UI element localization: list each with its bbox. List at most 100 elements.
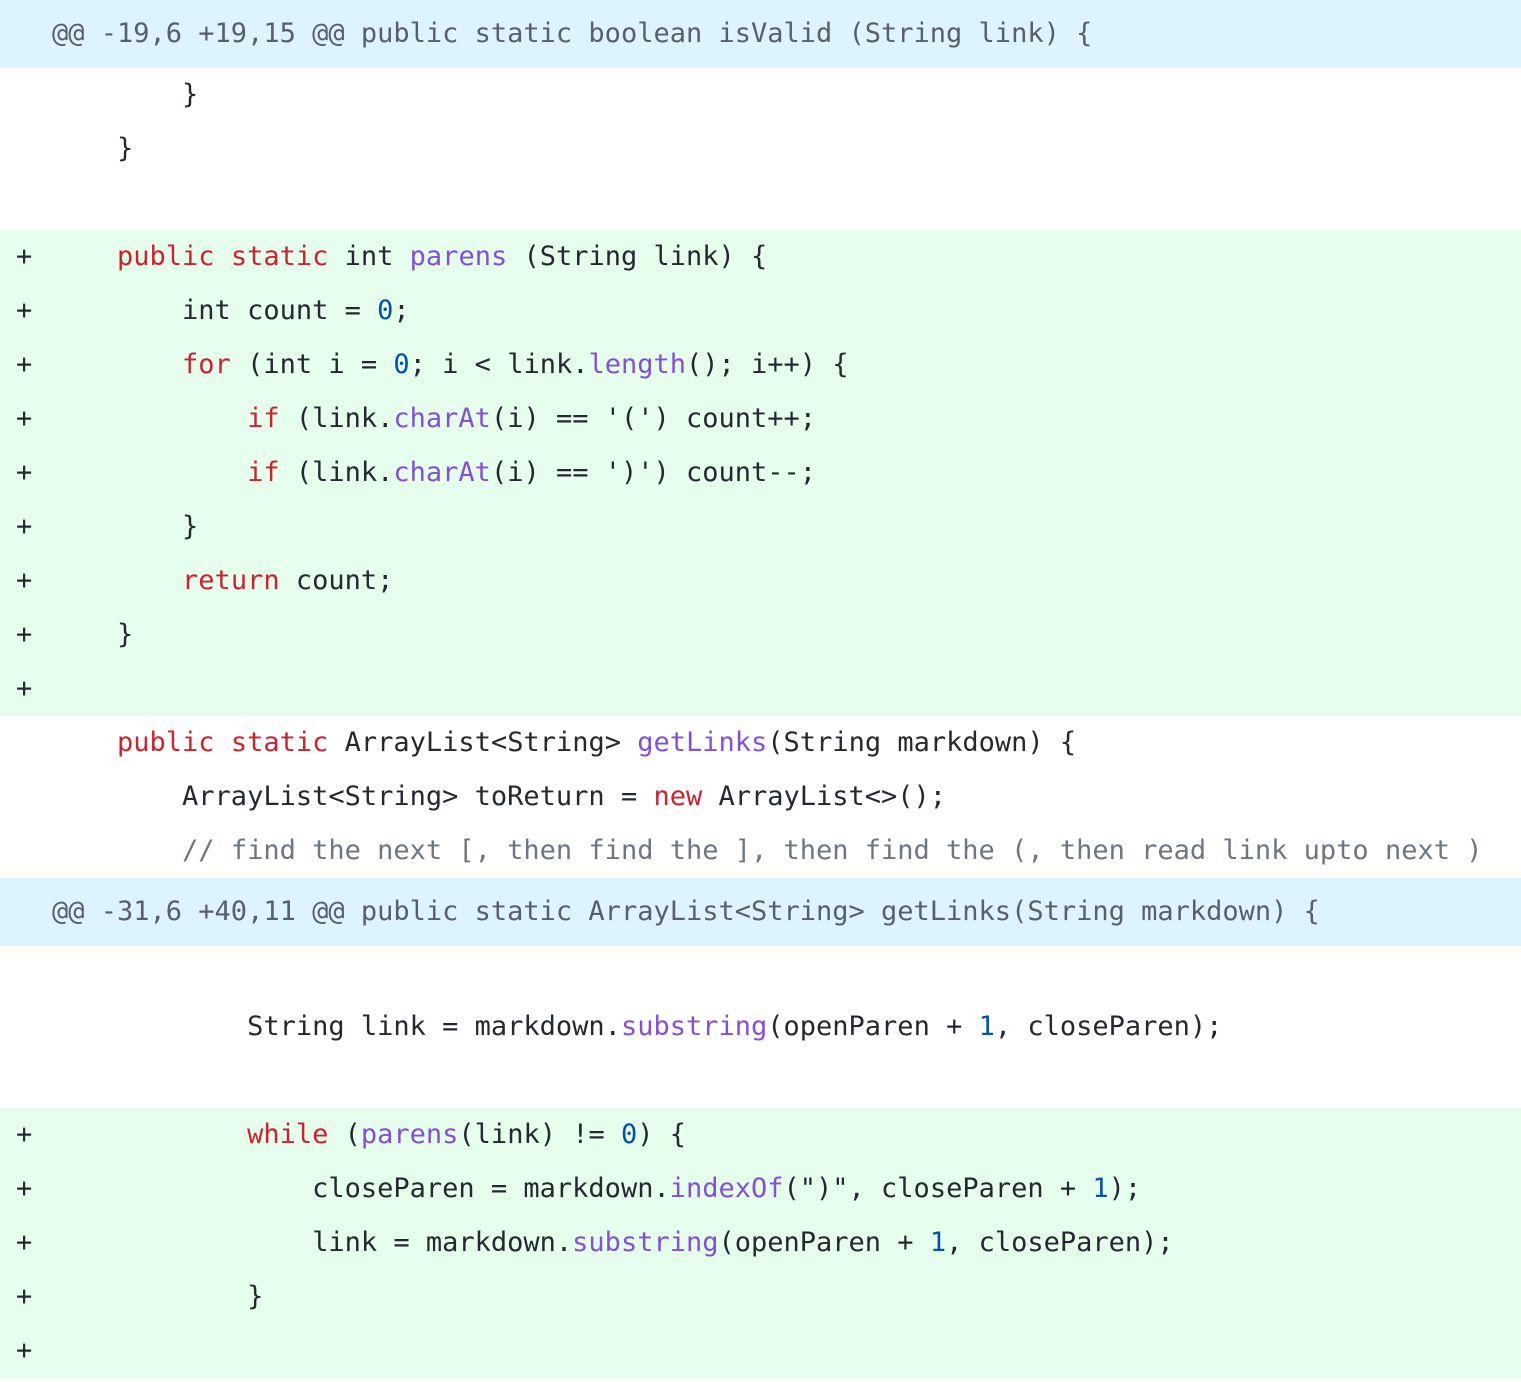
added-line: + int count = 0; bbox=[0, 284, 1521, 338]
keyword-token: new bbox=[653, 781, 703, 812]
blank-line bbox=[0, 176, 1521, 230]
code-token: (openParen + bbox=[767, 1011, 979, 1042]
code-content: String link = markdown.substring(openPar… bbox=[52, 1000, 1222, 1054]
add-marker: + bbox=[16, 1281, 33, 1312]
context-line: } bbox=[0, 122, 1521, 176]
code-content: } bbox=[52, 68, 198, 122]
function-token: parens bbox=[360, 1119, 459, 1150]
function-token: getLinks bbox=[637, 727, 768, 758]
code-token: ArrayList<String> toReturn = bbox=[52, 781, 654, 812]
code-token: (String markdown) { bbox=[767, 727, 1077, 758]
code-token: int bbox=[328, 241, 410, 272]
code-token: (")", closeParen + bbox=[783, 1173, 1093, 1204]
code-token: ; bbox=[393, 295, 410, 326]
code-token: ; i < link. bbox=[409, 349, 589, 380]
code-token: (); i++) { bbox=[686, 349, 849, 380]
function-token: charAt bbox=[393, 457, 491, 488]
code-token: ) { bbox=[637, 1119, 687, 1150]
add-marker: + bbox=[16, 403, 33, 434]
add-marker: + bbox=[16, 295, 33, 326]
code-token: (link) != bbox=[458, 1119, 621, 1150]
code-token: int count = bbox=[52, 295, 378, 326]
keyword-token: static bbox=[230, 241, 329, 272]
code-content: return count; bbox=[52, 554, 393, 608]
code-content: link = markdown.substring(openParen + 1,… bbox=[52, 1216, 1174, 1270]
code-content: ArrayList<String> toReturn = new ArrayLi… bbox=[52, 770, 946, 824]
code-token: closeParen = markdown. bbox=[52, 1173, 670, 1204]
hunk-header: @@ -31,6 +40,11 @@ public static ArrayLi… bbox=[0, 878, 1521, 946]
code-token: (link. bbox=[279, 457, 394, 488]
added-line: + while (parens(link) != 0) { bbox=[0, 1108, 1521, 1162]
code-token: } bbox=[52, 1281, 264, 1312]
added-line: + } bbox=[0, 608, 1521, 662]
context-line: String link = markdown.substring(openPar… bbox=[0, 1000, 1521, 1054]
function-token: substring bbox=[572, 1227, 719, 1258]
add-marker: + bbox=[16, 241, 33, 272]
code-content: for (int i = 0; i < link.length(); i++) … bbox=[52, 338, 849, 392]
keyword-token: for bbox=[182, 349, 231, 380]
code-token: ( bbox=[328, 1119, 361, 1150]
code-content: while (parens(link) != 0) { bbox=[52, 1108, 686, 1162]
code-token: link = markdown. bbox=[52, 1227, 573, 1258]
number-token: 0 bbox=[377, 295, 394, 326]
added-line: + } bbox=[0, 500, 1521, 554]
code-token: (String link) { bbox=[507, 241, 768, 272]
add-marker: + bbox=[16, 511, 33, 542]
comment-token: // find the next [, then find the ], the… bbox=[182, 835, 1483, 866]
add-marker: + bbox=[16, 1119, 33, 1150]
add-marker: + bbox=[16, 457, 33, 488]
function-token: substring bbox=[620, 1011, 768, 1042]
add-marker: + bbox=[16, 1227, 33, 1258]
code-token: (openParen + bbox=[718, 1227, 930, 1258]
code-token: (i) == ')') count--; bbox=[490, 457, 817, 488]
add-marker: + bbox=[16, 619, 33, 650]
keyword-token: public bbox=[117, 727, 215, 758]
function-token: length bbox=[588, 349, 687, 380]
code-content: if (link.charAt(i) == ')') count--; bbox=[52, 446, 816, 500]
number-token: 1 bbox=[929, 1227, 947, 1258]
add-marker: + bbox=[16, 565, 33, 596]
added-line: + if (link.charAt(i) == '(') count++; bbox=[0, 392, 1521, 446]
code-content: closeParen = markdown.indexOf(")", close… bbox=[52, 1162, 1141, 1216]
code-token: , closeParen); bbox=[994, 1011, 1223, 1042]
keyword-token: return bbox=[182, 565, 280, 596]
number-token: 0 bbox=[620, 1119, 638, 1150]
code-token: count; bbox=[279, 565, 394, 596]
code-content: } bbox=[52, 500, 198, 554]
code-token: (link. bbox=[279, 403, 394, 434]
context-line: } bbox=[0, 68, 1521, 122]
code-token: } bbox=[52, 619, 134, 650]
keyword-token: while bbox=[247, 1119, 329, 1150]
keyword-token: if bbox=[247, 457, 280, 488]
blank-line bbox=[0, 1054, 1521, 1108]
code-content: } bbox=[52, 122, 133, 176]
added-line: + return count; bbox=[0, 554, 1521, 608]
code-token: ArrayList<String> bbox=[328, 727, 638, 758]
added-line: + } bbox=[0, 1270, 1521, 1324]
code-token: ArrayList<>(); bbox=[702, 781, 947, 812]
function-token: charAt bbox=[393, 403, 491, 434]
hunk-header: @@ -19,6 +19,15 @@ public static boolean… bbox=[0, 0, 1521, 68]
code-token: (i) == '(') count++; bbox=[490, 403, 817, 434]
added-line: + for (int i = 0; i < link.length(); i++… bbox=[0, 338, 1521, 392]
add-marker: + bbox=[16, 673, 33, 704]
code-content: if (link.charAt(i) == '(') count++; bbox=[52, 392, 816, 446]
keyword-token: public bbox=[117, 241, 215, 272]
add-marker: + bbox=[16, 1173, 33, 1204]
function-token: parens bbox=[409, 241, 508, 272]
code-token: } bbox=[52, 133, 134, 164]
code-content: public static int parens (String link) { bbox=[52, 230, 767, 284]
code-content: } bbox=[52, 1270, 263, 1324]
number-token: 1 bbox=[978, 1011, 995, 1042]
code-content: public static ArrayList<String> getLinks… bbox=[52, 716, 1076, 770]
code-token: } bbox=[52, 79, 199, 110]
code-token: } bbox=[52, 511, 199, 542]
added-line: + link = markdown.substring(openParen + … bbox=[0, 1216, 1521, 1270]
